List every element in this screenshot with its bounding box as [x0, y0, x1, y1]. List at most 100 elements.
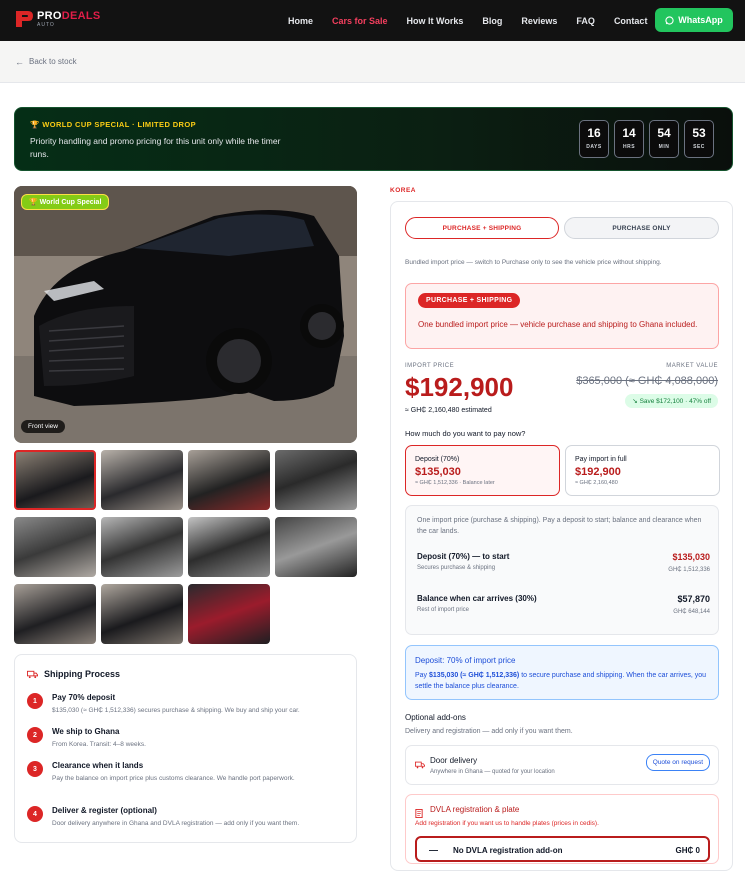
step-description: From Korea. Transit: 4–8 weeks.	[52, 741, 146, 748]
market-value-label: MARKET VALUE	[666, 363, 718, 369]
thumbnail[interactable]	[188, 450, 270, 510]
deposit-option[interactable]: Deposit (70%) $135,030 ≈ GH₵ 1,512,336 ·…	[405, 445, 560, 496]
addons-title: Optional add-ons	[405, 713, 466, 722]
purchase-only-toggle[interactable]: PURCHASE ONLY	[564, 217, 719, 239]
thumbnail[interactable]	[101, 584, 183, 644]
brand-sub: AUTO	[37, 21, 55, 28]
mode-description: One bundled import price — vehicle purch…	[418, 320, 698, 329]
trophy-icon: 🏆	[30, 120, 43, 129]
thumbnail[interactable]	[14, 517, 96, 577]
brand-logo[interactable]: PRODEALS AUTO	[14, 9, 101, 29]
step-description: Pay the balance on import price plus cus…	[52, 775, 295, 782]
deposit-info-text: Pay $135,030 (≈ GH₵ 1,512,336) to secure…	[415, 672, 707, 690]
arrow-left-icon: ←	[15, 56, 24, 67]
thumbnail[interactable]	[14, 450, 96, 510]
savings-badge: ↘ Save $172,100 · 47% off	[625, 394, 718, 408]
nav-faq[interactable]: FAQ	[576, 16, 595, 26]
option-label: No DVLA registration add-on	[453, 846, 563, 855]
thumbnail[interactable]	[14, 584, 96, 644]
row-ghs: GH₵ 1,512,336	[668, 567, 710, 573]
nav-cars-for-sale[interactable]: Cars for Sale	[332, 16, 388, 26]
nav-blog[interactable]: Blog	[482, 16, 502, 26]
import-price: $192,900	[405, 372, 514, 402]
dvla-addon: DVLA registration & plate Add registrati…	[405, 794, 719, 864]
deposit-info-box: Deposit: 70% of import price Pay $135,03…	[405, 645, 719, 700]
thumbnail[interactable]	[188, 517, 270, 577]
purchase-shipping-toggle[interactable]: PURCHASE + SHIPPING	[405, 217, 559, 239]
nav-reviews[interactable]: Reviews	[521, 16, 557, 26]
row-label: Deposit (70%) — to start	[417, 552, 510, 561]
thumbnail[interactable]	[275, 517, 357, 577]
row-amount: $135,030	[672, 552, 710, 562]
truck-icon	[27, 670, 38, 678]
no-dvla-option[interactable]: — No DVLA registration add-on GH₵ 0	[415, 836, 710, 862]
whatsapp-icon	[665, 15, 674, 25]
import-price-label: IMPORT PRICE	[405, 363, 455, 369]
promo-banner: 🏆 WORLD CUP SPECIAL · LIMITED DROP Prior…	[14, 107, 733, 171]
brand-name-pro: PRO	[37, 9, 62, 22]
nav-contact[interactable]: Contact	[614, 16, 648, 26]
truck-icon	[415, 756, 425, 774]
car-illustration	[14, 186, 357, 443]
breakdown-description: One import price (purchase & shipping). …	[417, 517, 702, 535]
option-amount: $135,030	[415, 466, 461, 478]
photo-caption: Front view	[21, 420, 65, 433]
payment-breakdown: One import price (purchase & shipping). …	[405, 505, 719, 635]
timer-days: 16 DAYS	[579, 120, 609, 158]
timer-hours: 14 HRS	[614, 120, 644, 158]
door-delivery-addon: Door delivery Anywhere in Ghana — quoted…	[405, 745, 719, 785]
whatsapp-button[interactable]: WhatsApp	[655, 8, 733, 32]
step-number: 3	[27, 761, 43, 777]
pricing-panel: PURCHASE + SHIPPING PURCHASE ONLY Bundle…	[390, 201, 733, 871]
shipping-process-card: Shipping Process 1 Pay 70% deposit $135,…	[14, 654, 357, 843]
row-sub: Rest of import price	[417, 607, 470, 613]
pay-full-option[interactable]: Pay import in full $192,900 ≈ GH₵ 2,160,…	[565, 445, 720, 496]
main-menu: Home Cars for Sale How It Works Blog Rev…	[288, 0, 666, 41]
whatsapp-label: WhatsApp	[678, 15, 723, 25]
trophy-icon: 🏆	[29, 199, 40, 206]
nav-how-it-works[interactable]: How It Works	[407, 16, 464, 26]
thumbnail[interactable]	[188, 584, 270, 644]
world-cup-badge: 🏆 World Cup Special	[21, 194, 110, 210]
thumbnail[interactable]	[101, 517, 183, 577]
deposit-info-title: Deposit: 70% of import price	[415, 656, 516, 665]
row-sub: Secures purchase & shipping	[417, 565, 496, 571]
step-number: 2	[27, 727, 43, 743]
promo-title: 🏆 WORLD CUP SPECIAL · LIMITED DROP	[30, 120, 197, 129]
shipping-process-title: Shipping Process	[27, 669, 120, 679]
timer-seconds: 53 SEC	[684, 120, 714, 158]
addons-subtitle: Delivery and registration — add only if …	[405, 728, 573, 735]
back-bar: ← Back to stock	[0, 41, 745, 83]
step-title: Clearance when it lands	[52, 761, 144, 770]
main-car-photo[interactable]: 🏆 World Cup Special Front view	[14, 186, 357, 443]
payment-question: How much do you want to pay now?	[405, 429, 526, 438]
thumbnail[interactable]	[101, 450, 183, 510]
back-to-stock-link[interactable]: Back to stock	[29, 57, 77, 66]
option-note: ≈ GH₵ 1,512,336 · Balance later	[415, 480, 495, 486]
top-navbar: PRODEALS AUTO Home Cars for Sale How It …	[0, 0, 745, 41]
step-number: 4	[27, 806, 43, 822]
dvla-title: DVLA registration & plate	[430, 805, 520, 814]
option-label: Deposit (70%)	[415, 456, 460, 463]
brand-name-deals: DEALS	[61, 9, 101, 22]
nav-home[interactable]: Home	[288, 16, 313, 26]
step-number: 1	[27, 693, 43, 709]
dvla-sub: Add registration if you want us to handl…	[415, 820, 599, 827]
mode-pill: PURCHASE + SHIPPING	[418, 293, 521, 308]
option-price: GH₵ 0	[675, 846, 700, 855]
origin-label: KOREA	[390, 187, 416, 194]
row-amount: $57,870	[677, 594, 710, 604]
bundled-note: Bundled import price — switch to Purchas…	[405, 259, 662, 266]
step-description: $135,030 (≈ GH₵ 1,512,336) secures purch…	[52, 707, 300, 714]
row-ghs: GH₵ 648,144	[673, 609, 710, 615]
door-delivery-sub: Anywhere in Ghana — quoted for your loca…	[430, 769, 555, 775]
step-title: Pay 70% deposit	[52, 693, 116, 702]
quote-on-request-button[interactable]: Quote on request	[645, 754, 710, 771]
thumbnail[interactable]	[275, 450, 357, 510]
market-value: $365,000 (≈ GH₵ 4,088,000)	[576, 375, 718, 387]
option-label: Pay import in full	[575, 456, 627, 463]
option-note: ≈ GH₵ 2,160,480	[575, 480, 618, 486]
mode-info-box: PURCHASE + SHIPPING One bundled import p…	[405, 283, 719, 349]
timer-minutes: 54 MIN	[649, 120, 679, 158]
row-label: Balance when car arrives (30%)	[417, 594, 537, 603]
